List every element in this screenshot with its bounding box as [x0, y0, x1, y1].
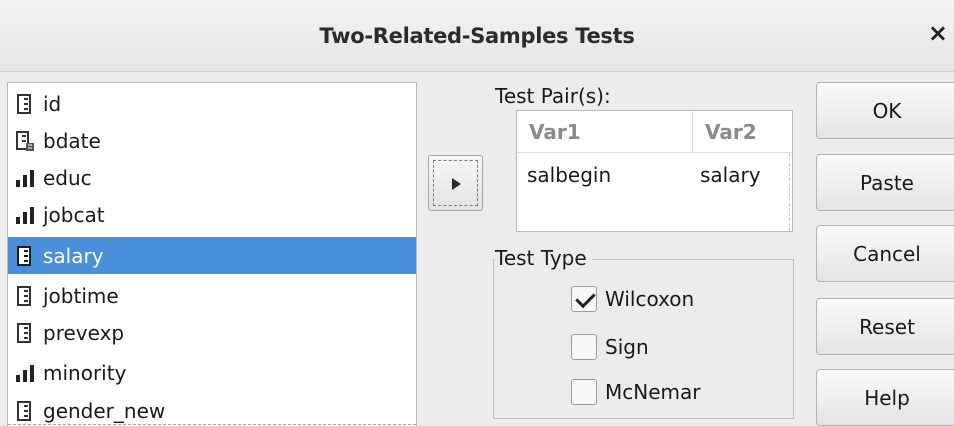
- variable-item[interactable]: id: [8, 85, 416, 122]
- move-to-pairs-button[interactable]: [428, 155, 483, 211]
- sign-checkbox[interactable]: [571, 334, 597, 360]
- dialog-title: Two-Related-Samples Tests: [319, 24, 635, 48]
- mcnemar-checkbox-row[interactable]: McNemar: [571, 378, 700, 406]
- wilcoxon-checkbox-row[interactable]: Wilcoxon: [571, 285, 694, 313]
- sign-checkbox-row[interactable]: Sign: [571, 333, 649, 361]
- variable-item[interactable]: jobcat: [8, 196, 416, 233]
- sign-label: Sign: [605, 335, 649, 359]
- test-type-legend: Test Type: [495, 246, 592, 270]
- test-pairs-table[interactable]: Var1 Var2 salbegin salary: [516, 110, 793, 232]
- scale-ruler-icon: [17, 93, 31, 114]
- ordinal-bars-icon: [16, 206, 34, 224]
- variable-item[interactable]: minority: [8, 354, 416, 391]
- mcnemar-checkbox[interactable]: [571, 379, 597, 405]
- scale-ruler-icon: [17, 245, 31, 266]
- source-variable-list[interactable]: id bdate educ jobcat salary jobtime prev…: [7, 82, 417, 426]
- paste-button[interactable]: Paste: [816, 154, 954, 211]
- variable-item[interactable]: jobtime: [8, 277, 416, 314]
- variable-label: educ: [43, 165, 92, 190]
- variable-label: jobtime: [43, 283, 119, 308]
- variable-item[interactable]: educ: [8, 159, 416, 196]
- scale-ruler-icon: [17, 322, 31, 343]
- test-pairs-label: Test Pair(s):: [495, 84, 611, 108]
- variable-item[interactable]: gender_new: [8, 392, 416, 426]
- test-pairs-header: Var1 Var2: [517, 111, 792, 153]
- help-button[interactable]: Help: [816, 369, 954, 426]
- row-focus-border: [789, 153, 790, 231]
- title-bar: Two-Related-Samples Tests ×: [0, 0, 954, 72]
- variable-label: id: [43, 91, 62, 116]
- list-focus-border: [8, 424, 416, 425]
- date-scale-icon: [16, 130, 34, 151]
- column-header-var2: Var2: [705, 120, 757, 144]
- scale-ruler-icon: [17, 285, 31, 306]
- column-header-var1: Var1: [529, 120, 581, 144]
- close-icon[interactable]: ×: [928, 21, 948, 45]
- ordinal-bars-icon: [16, 364, 34, 382]
- variable-item[interactable]: bdate: [8, 122, 416, 159]
- variable-label: gender_new: [43, 398, 166, 423]
- pair-cell-var2[interactable]: salary: [700, 163, 761, 187]
- variable-label: jobcat: [43, 202, 105, 227]
- pair-cell-var1[interactable]: salbegin: [527, 163, 611, 187]
- arrow-right-icon: [452, 178, 461, 190]
- wilcoxon-checkbox[interactable]: [571, 286, 597, 312]
- column-divider: [692, 111, 693, 153]
- scale-ruler-icon: [17, 400, 31, 421]
- ok-button[interactable]: OK: [816, 82, 954, 139]
- cancel-button[interactable]: Cancel: [816, 225, 954, 282]
- wilcoxon-label: Wilcoxon: [605, 287, 695, 311]
- variable-label: bdate: [43, 128, 101, 153]
- ordinal-bars-icon: [16, 169, 34, 187]
- variable-label: salary: [43, 243, 104, 268]
- mcnemar-label: McNemar: [605, 380, 701, 404]
- variable-label: minority: [43, 360, 127, 385]
- reset-button[interactable]: Reset: [816, 298, 954, 355]
- variable-label: prevexp: [43, 320, 125, 345]
- variable-item[interactable]: prevexp: [8, 314, 416, 351]
- variable-item-selected[interactable]: salary: [8, 237, 416, 274]
